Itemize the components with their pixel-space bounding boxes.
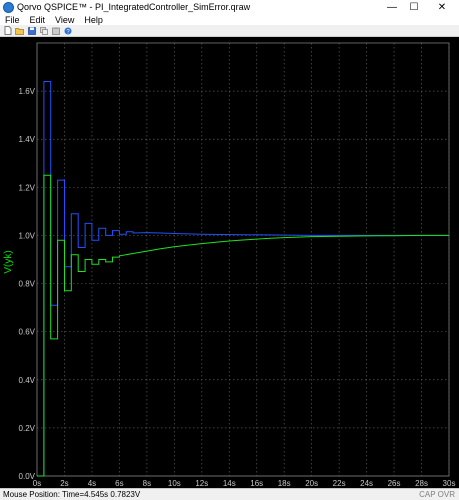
x-tick-label: 26s bbox=[388, 479, 401, 488]
menu-help[interactable]: Help bbox=[79, 15, 108, 25]
x-axis-ticks: 0s 2s 4s 6s 8s 10s 12s 14s 16s 18s 20s 22s 24s 26s 28s… bbox=[33, 479, 456, 488]
x-tick-label: 8s bbox=[143, 479, 151, 488]
x-tick-label: 4s bbox=[88, 479, 96, 488]
y-tick-label: 0.0V bbox=[19, 472, 36, 481]
x-tick-label: 18s bbox=[278, 479, 291, 488]
toolbar: ? bbox=[0, 25, 459, 37]
y-tick-label: 1.4V bbox=[19, 135, 36, 144]
maximize-button[interactable]: ☐ bbox=[405, 0, 423, 14]
copy-icon[interactable] bbox=[39, 26, 48, 35]
y-axis-label[interactable]: V(yk) bbox=[3, 250, 14, 273]
y-tick-label: 0.8V bbox=[19, 280, 36, 289]
x-tick-label: 10s bbox=[168, 479, 181, 488]
status-bar: Mouse Position: Time=4.545s 0.7823V CAP … bbox=[0, 488, 459, 500]
menu-edit[interactable]: Edit bbox=[25, 15, 51, 25]
x-tick-label: 20s bbox=[305, 479, 318, 488]
x-tick-label: 6s bbox=[115, 479, 123, 488]
x-tick-label: 22s bbox=[333, 479, 346, 488]
x-tick-label: 30s bbox=[443, 479, 456, 488]
waveform-plot[interactable]: 0s 2s 4s 6s 8s 10s 12s 14s 16s 18s 20s 22s 24s 26s 28s… bbox=[0, 37, 459, 488]
y-axis-ticks: 0.0V 0.2V 0.4V 0.6V 0.8V 1.0V 1.2V 1.4V 1.6V bbox=[19, 87, 36, 481]
x-tick-label: 14s bbox=[223, 479, 236, 488]
minimize-button[interactable]: — bbox=[383, 0, 401, 14]
menu-bar: File Edit View Help bbox=[0, 14, 459, 25]
qspice-app-icon bbox=[3, 1, 14, 13]
paste-icon[interactable] bbox=[51, 26, 60, 35]
close-button[interactable]: ✕ bbox=[433, 0, 451, 14]
menu-view[interactable]: View bbox=[50, 15, 79, 25]
y-tick-label: 0.6V bbox=[19, 328, 36, 337]
y-tick-label: 1.2V bbox=[19, 183, 36, 192]
x-tick-label: 2s bbox=[60, 479, 68, 488]
trace-0[interactable] bbox=[37, 81, 449, 477]
save-icon[interactable] bbox=[27, 26, 36, 35]
trace-1[interactable] bbox=[37, 174, 449, 477]
status-indicators: CAP OVR bbox=[419, 490, 455, 499]
x-tick-label: 12s bbox=[195, 479, 208, 488]
y-tick-label: 1.6V bbox=[19, 87, 36, 96]
window-title: Qorvo QSPICE™ - PI_IntegratedController_… bbox=[17, 2, 251, 12]
y-tick-label: 1.0V bbox=[19, 231, 36, 240]
y-tick-label: 0.4V bbox=[19, 376, 36, 385]
x-tick-label: 16s bbox=[250, 479, 263, 488]
waveform-svg: 0s 2s 4s 6s 8s 10s 12s 14s 16s 18s 20s 22s 24s 26s 28s… bbox=[3, 42, 456, 488]
help-icon[interactable]: ? bbox=[63, 26, 72, 35]
new-icon[interactable] bbox=[3, 26, 12, 35]
open-icon[interactable] bbox=[15, 26, 24, 35]
x-tick-label: 28s bbox=[415, 479, 428, 488]
title-bar: Qorvo QSPICE™ - PI_IntegratedController_… bbox=[0, 0, 459, 14]
mouse-position-readout: Mouse Position: Time=4.545s 0.7823V bbox=[3, 490, 141, 499]
menu-file[interactable]: File bbox=[0, 15, 25, 25]
plot-traces bbox=[37, 81, 449, 477]
x-tick-label: 24s bbox=[360, 479, 373, 488]
y-tick-label: 0.2V bbox=[19, 424, 36, 433]
